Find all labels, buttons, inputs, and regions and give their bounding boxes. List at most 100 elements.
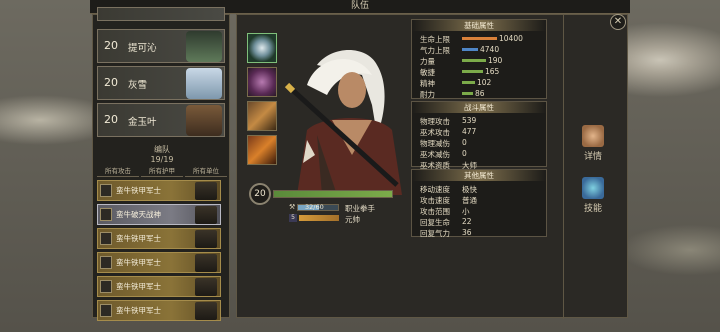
unit-figure-icon [195, 254, 217, 272]
skills-tab-label: 技能 [583, 204, 602, 214]
base-stats-panel: 基础属性 生命上限 10400 气力上限 4740 力量 190 敏捷 165 精神 102 耐力 8… [411, 19, 547, 99]
stat-label: 巫术减伤 [420, 150, 450, 159]
unit-figure-icon [195, 302, 217, 320]
unit-name: 蛮牛铁甲军士 [116, 306, 161, 315]
filter-armor[interactable]: 所有护甲 [141, 167, 183, 177]
stat-label: 回复生命 [420, 218, 450, 227]
stat-value: 477 [462, 127, 477, 136]
formation-label: 编队 [154, 145, 170, 154]
other-stats-panel: 其他属性 移动速度 极快 攻击速度 普通 攻击范围 小回复生命 22 回复气力 36 [411, 169, 547, 238]
stat-label: 耐力 [420, 90, 435, 99]
filter-attack[interactable]: 所有攻击 [97, 167, 139, 177]
skills-tab[interactable]: 技能 [573, 177, 613, 214]
hero-card[interactable]: 20 灰雪 [97, 66, 225, 100]
close-icon[interactable]: ✕ [610, 14, 626, 30]
hero-card[interactable]: 20 提可沁 [97, 29, 225, 63]
stat-value: 22 [462, 217, 472, 226]
unit-item[interactable]: 蛮牛铁甲军士 [97, 252, 221, 273]
book-icon [582, 177, 604, 199]
stat-label: 移动速度 [420, 185, 450, 194]
unit-badge-icon [100, 256, 112, 269]
other-stats-header: 其他属性 [412, 170, 546, 181]
unit-badge-icon [100, 304, 112, 317]
stat-label: 巫术攻击 [420, 128, 450, 137]
exp-icon: ⚒ [289, 203, 296, 211]
exp-text: 32/60 [305, 203, 324, 211]
stat-label: 力量 [420, 57, 435, 66]
stat-label: 敏捷 [420, 68, 435, 77]
unit-name: 蛮牛铁甲军士 [116, 282, 161, 291]
stat-label: 物理减伤 [420, 139, 450, 148]
stat-value: 0 [462, 149, 467, 158]
arm-icon [582, 125, 604, 147]
side-divider [563, 15, 564, 319]
details-tab-label: 详情 [583, 152, 602, 162]
unit-badge-icon [100, 184, 112, 197]
hero-card-partial[interactable] [97, 7, 225, 21]
hero-level: 20 [104, 76, 118, 89]
stat-value: 539 [462, 116, 477, 125]
stat-value: 36 [462, 228, 472, 237]
hero-level: 20 [104, 113, 118, 126]
stat-value: 10400 [499, 34, 523, 43]
health-fill [274, 191, 392, 197]
unit-badge-icon [100, 232, 112, 245]
slot-number: 5 [289, 214, 297, 222]
unit-name: 蛮牛铁甲军士 [116, 186, 161, 195]
stat-bar [462, 92, 473, 95]
hero-portrait [186, 68, 222, 99]
base-stats-header: 基础属性 [412, 20, 546, 31]
unit-item[interactable]: 蛮牛铁甲军士 [97, 228, 221, 249]
rank-label: 元帅 [345, 215, 360, 224]
stat-label: 生命上限 [420, 35, 450, 44]
team-list-panel: 20 提可沁 20 灰雪 20 金玉叶 编队 19/19 所有攻击 所有护甲 所… [92, 7, 230, 321]
skill-orb-icon[interactable] [247, 33, 277, 63]
stat-label: 攻击速度 [420, 196, 450, 205]
skill-lotus-icon[interactable] [247, 67, 277, 97]
character-level: 20 [249, 183, 271, 205]
stat-bar [462, 70, 483, 73]
unit-item-selected[interactable]: 蛮牛破天战神 [97, 204, 221, 225]
stat-value: 165 [485, 67, 500, 76]
stat-value: 普通 [462, 196, 477, 205]
stat-bar [462, 48, 478, 51]
stat-value: 190 [488, 56, 503, 65]
stat-value: 102 [477, 78, 492, 87]
stat-label: 精神 [420, 79, 435, 88]
unit-name: 蛮牛铁甲军士 [116, 258, 161, 267]
unit-filters: 所有攻击 所有护甲 所有单位 [97, 167, 227, 177]
unit-figure-icon [195, 206, 217, 224]
unit-badge-icon [100, 280, 112, 293]
unit-item[interactable]: 蛮牛铁甲军士 [97, 276, 221, 297]
stat-value: 极快 [462, 185, 477, 194]
battle-stats-panel: 战斗属性 物理攻击 539 巫术攻击 477 物理减伤 0 巫术减伤 0 巫术资质 大师 [411, 101, 547, 170]
stat-label: 物理攻击 [420, 117, 450, 126]
skill-weapon-icon[interactable] [247, 101, 277, 131]
stat-value: 86 [475, 89, 485, 98]
hero-portrait [186, 31, 222, 62]
hero-name: 灰雪 [128, 80, 148, 91]
details-tab[interactable]: 详情 [573, 125, 613, 162]
character-detail-panel: 20 ⚒ 32/60 职业拳手 5 元帅 基础属性 生命上限 10400 气力上限 4… [236, 14, 628, 319]
stat-value: 4740 [480, 45, 500, 54]
battle-stats-header: 战斗属性 [412, 102, 546, 113]
stat-label: 攻击范围 [420, 207, 450, 216]
hero-portrait [186, 105, 222, 136]
unit-name: 蛮牛铁甲军士 [116, 234, 161, 243]
health-bar [273, 190, 393, 198]
rank-bar [299, 215, 339, 221]
hero-name: 提可沁 [128, 43, 157, 54]
filter-unit[interactable]: 所有单位 [185, 167, 227, 177]
unit-figure-icon [195, 278, 217, 296]
unit-badge-icon [100, 208, 112, 221]
unit-item[interactable]: 蛮牛铁甲军士 [97, 180, 221, 201]
stat-label: 气力上限 [420, 46, 450, 55]
skill-fire-icon[interactable] [247, 135, 277, 165]
hero-card[interactable]: 20 金玉叶 [97, 103, 225, 137]
stat-label: 回复气力 [420, 229, 450, 238]
stat-value: 0 [462, 138, 467, 147]
unit-item[interactable]: 蛮牛铁甲军士 [97, 300, 221, 321]
unit-name: 蛮牛破天战神 [116, 210, 161, 219]
unit-figure-icon [195, 182, 217, 200]
formation-count: 19/19 [150, 155, 174, 164]
